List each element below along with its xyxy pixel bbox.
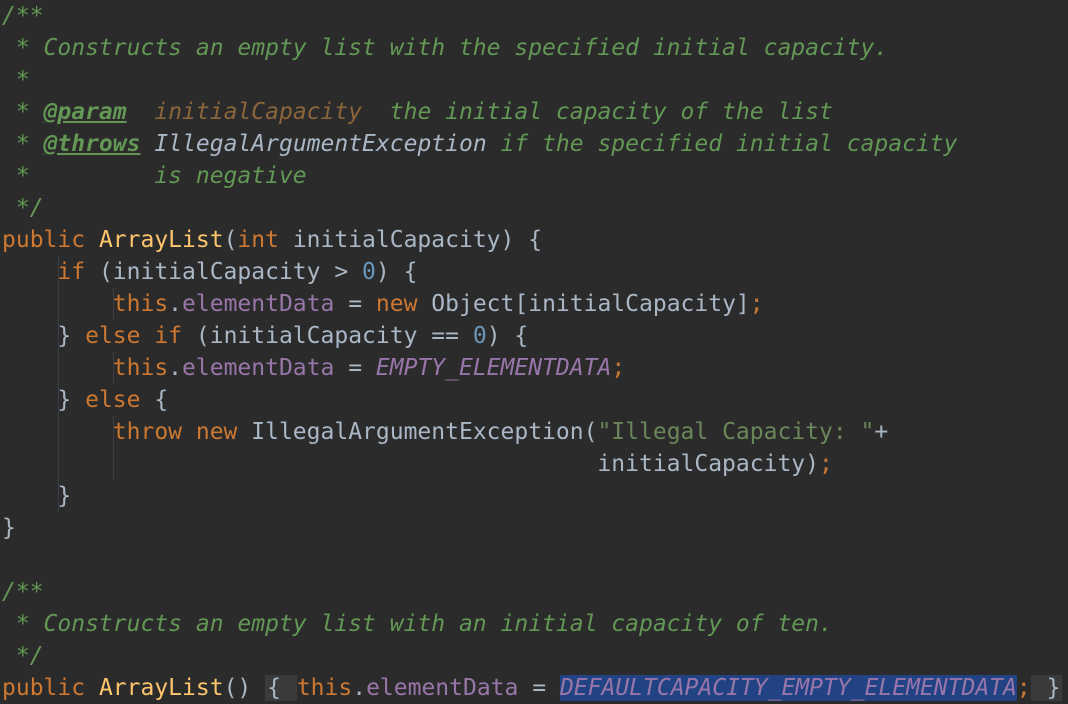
code-token: .	[168, 355, 183, 381]
code-token: if the specified initial capacity	[486, 131, 958, 157]
code-token: 0	[362, 259, 376, 285]
code-line[interactable]: this.elementData = new Object[initialCap…	[2, 288, 764, 320]
code-token: EMPTY_ELEMENTDATA	[375, 355, 612, 381]
code-token: =	[334, 291, 376, 317]
code-line[interactable]: } else {	[2, 384, 168, 416]
code-editor[interactable]: /** * Constructs an empty list with the …	[0, 0, 1068, 703]
code-token: =	[518, 675, 560, 701]
code-token: }	[2, 323, 86, 349]
code-token: else	[85, 387, 155, 413]
code-line[interactable]: } else if (initialCapacity == 0) {	[2, 320, 528, 352]
code-line[interactable]: * @throws IllegalArgumentException if th…	[2, 128, 958, 160]
code-token: elementData	[182, 355, 335, 381]
code-line[interactable]: throw new IllegalArgumentException("Ille…	[2, 416, 888, 448]
code-token: ;	[818, 451, 833, 477]
code-token: this	[112, 291, 169, 317]
code-token: Object[initialCapacity]	[431, 291, 750, 317]
code-line[interactable]: * Constructs an empty list with the spec…	[2, 32, 888, 64]
code-token: /**	[2, 579, 44, 605]
code-token: @throws	[43, 131, 141, 157]
code-token: 0	[472, 323, 487, 349]
code-token: elementData	[366, 675, 519, 701]
code-token: int	[237, 227, 293, 253]
code-line[interactable]: }	[2, 480, 71, 512]
code-token: ) {	[486, 323, 529, 349]
code-token: ()	[223, 675, 266, 701]
code-token: * Constructs an empty list with an initi…	[2, 611, 833, 637]
code-line[interactable]: /**	[2, 0, 44, 32]
code-token: *	[2, 67, 30, 93]
code-token: *	[2, 131, 44, 157]
code-line[interactable]: * Constructs an empty list with an initi…	[2, 608, 833, 640]
code-line[interactable]: public ArrayList(int initialCapacity) {	[2, 224, 542, 256]
code-token: else if	[85, 323, 196, 349]
code-line[interactable]: }	[2, 512, 16, 544]
code-token: }	[1030, 675, 1063, 701]
code-token: }	[2, 387, 86, 413]
code-token: .	[352, 675, 367, 701]
code-token: (	[223, 227, 238, 253]
code-token: * Constructs an empty list with the spec…	[2, 35, 889, 61]
code-line[interactable]: initialCapacity);	[2, 448, 833, 480]
code-token: initialCapacity) {	[292, 227, 543, 253]
code-line[interactable]: * @param initialCapacity the initial cap…	[2, 96, 833, 128]
code-token: DEFAULTCAPACITY_EMPTY_ELEMENTDATA	[559, 675, 1017, 701]
code-token: public	[2, 227, 99, 253]
code-line[interactable]: this.elementData = EMPTY_ELEMENTDATA;	[2, 352, 625, 384]
code-token: this	[112, 355, 169, 381]
code-token: IllegalArgumentException(	[251, 419, 598, 445]
code-token: {	[265, 675, 297, 701]
code-line[interactable]: public ArrayList() { this.elementData = …	[2, 672, 1063, 704]
code-token: new	[375, 291, 432, 317]
code-token: .	[168, 291, 183, 317]
code-token: +	[874, 419, 889, 445]
code-token: *	[2, 99, 44, 125]
code-token: if	[57, 259, 99, 285]
code-line[interactable]: if (initialCapacity > 0) {	[2, 256, 417, 288]
code-token: ;	[749, 291, 764, 317]
code-token: this	[296, 675, 353, 701]
code-line[interactable]: * is negative	[2, 160, 307, 192]
code-token: the initial capacity of the list	[362, 99, 833, 125]
code-token: */	[2, 195, 44, 221]
code-line[interactable]: /**	[2, 576, 44, 608]
code-token: "Illegal Capacity: "	[597, 419, 875, 445]
code-token: }	[2, 515, 16, 541]
code-token: elementData	[182, 291, 335, 317]
code-line[interactable]: */	[2, 640, 44, 672]
code-token: */	[2, 643, 44, 669]
code-line[interactable]: *	[2, 64, 30, 96]
code-token: =	[334, 355, 376, 381]
code-token: ) {	[375, 259, 418, 285]
code-token: ;	[611, 355, 626, 381]
code-line[interactable]: */	[2, 192, 44, 224]
code-token: {	[154, 387, 169, 413]
code-token: IllegalArgumentException	[154, 131, 487, 157]
code-token: initialCapacity)	[2, 451, 819, 477]
code-token: throw new	[112, 419, 252, 445]
code-token: (initialCapacity >	[98, 259, 363, 285]
code-token: ;	[1016, 675, 1031, 701]
code-token: ArrayList	[98, 675, 224, 701]
code-token: @param	[43, 99, 127, 125]
code-token: public	[2, 675, 99, 701]
code-token: (initialCapacity ==	[195, 323, 473, 349]
code-token: * is negative	[2, 163, 307, 189]
code-token: ArrayList	[98, 227, 224, 253]
code-token: }	[2, 483, 72, 509]
code-token: /**	[2, 3, 44, 29]
code-token: initialCapacity	[154, 99, 363, 125]
